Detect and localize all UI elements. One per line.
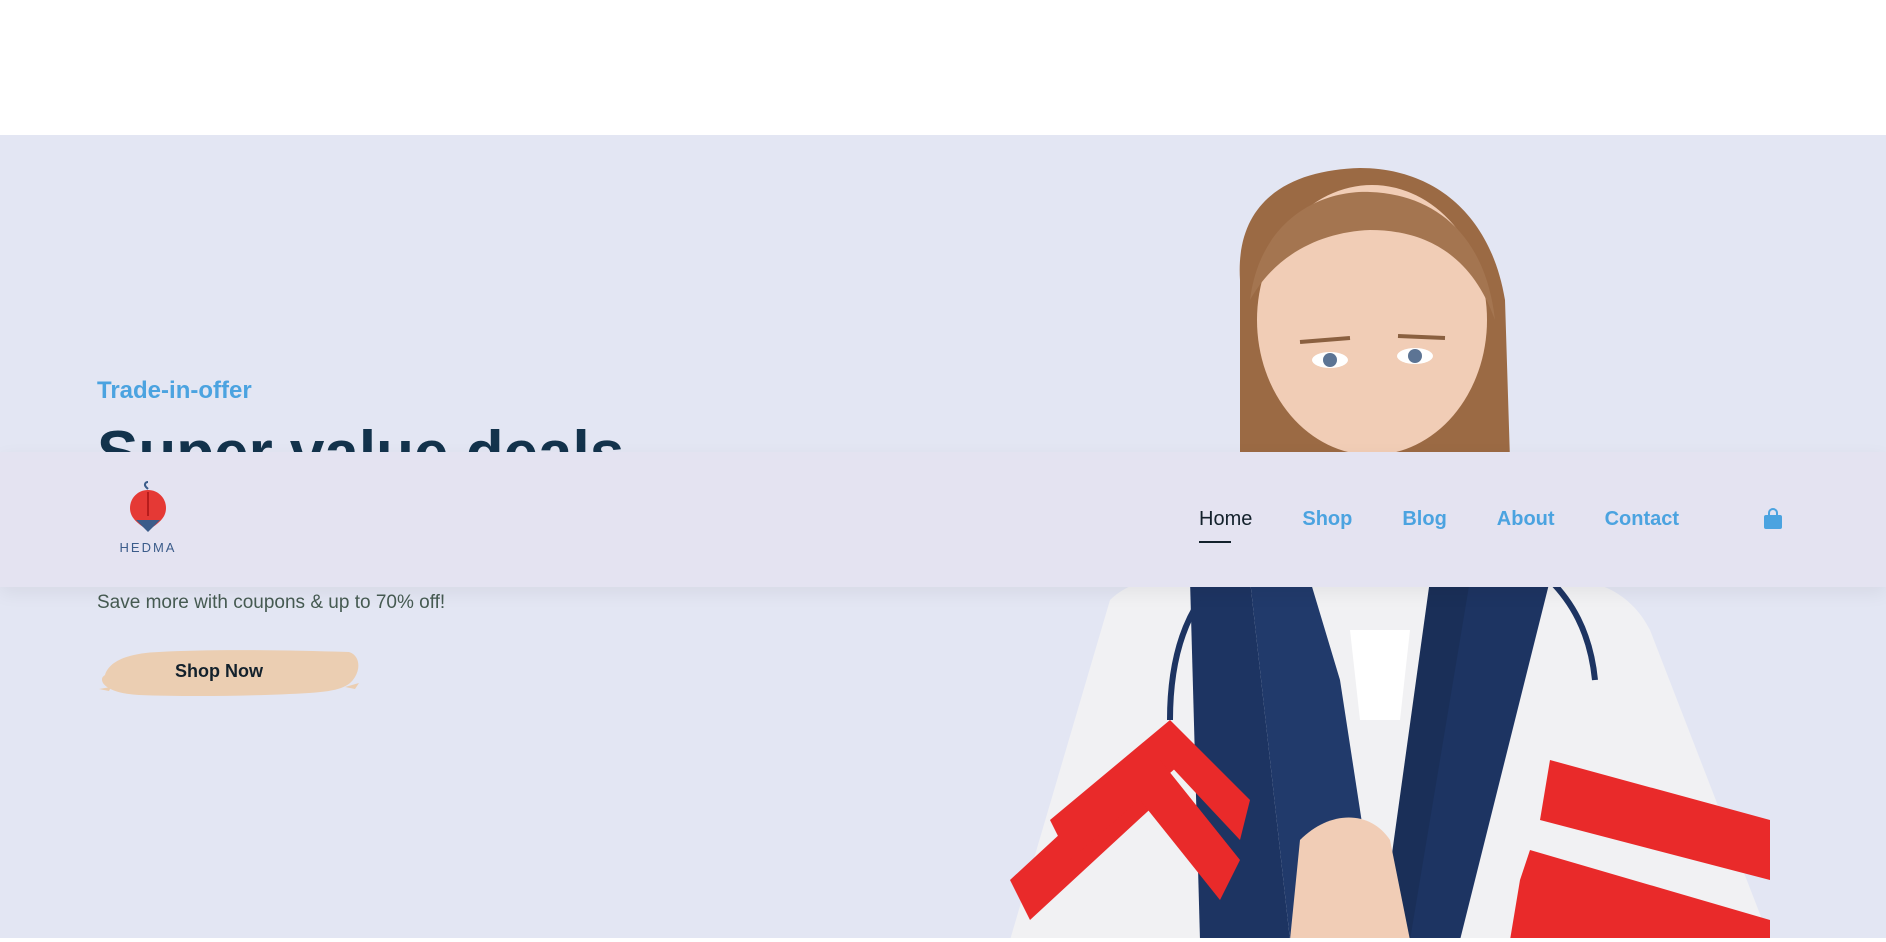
main-nav: Home Shop Blog About Contact	[1199, 452, 1729, 587]
logo-text: HEDMA	[119, 540, 177, 555]
navbar: HEDMA Home Shop Blog About Contact	[0, 452, 1886, 587]
nav-contact[interactable]: Contact	[1605, 508, 1679, 531]
nav-shop[interactable]: Shop	[1302, 508, 1352, 531]
hero-eyebrow: Trade-in-offer	[97, 377, 252, 404]
nav-blog[interactable]: Blog	[1402, 508, 1446, 531]
shop-now-button[interactable]: Shop Now	[99, 643, 359, 699]
shop-now-label: Shop Now	[175, 660, 263, 681]
nav-home[interactable]: Home	[1199, 508, 1252, 543]
hero-subtext: Save more with coupons & up to 70% off!	[97, 592, 446, 613]
nav-about[interactable]: About	[1497, 508, 1555, 531]
brand-logo[interactable]: HEDMA	[116, 478, 180, 558]
hanger-heart-icon	[130, 481, 166, 532]
shopping-bag-icon[interactable]	[1763, 507, 1783, 530]
